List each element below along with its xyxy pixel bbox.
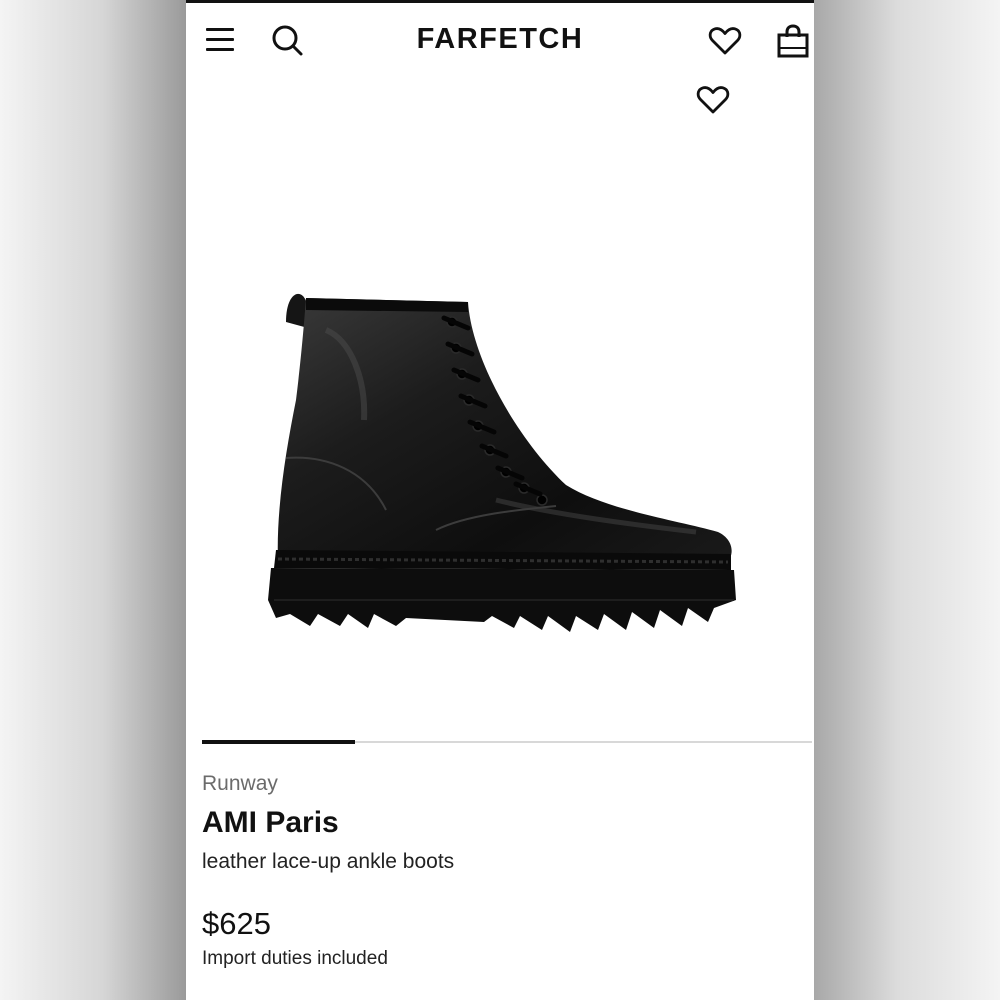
product-label: Runway xyxy=(202,772,278,795)
product-wishlist-heart-icon[interactable] xyxy=(696,84,730,116)
product-brand[interactable]: AMI Paris xyxy=(202,806,339,840)
import-duties-note: Import duties included xyxy=(202,948,388,969)
product-name: leather lace-up ankle boots xyxy=(202,850,455,873)
product-price: $625 xyxy=(202,906,271,941)
wishlist-heart-icon[interactable] xyxy=(708,25,742,57)
app-header: FARFETCH xyxy=(186,3,814,73)
backdrop-right xyxy=(814,0,1000,1000)
phone-screen: FARFETCH Runway AMI Paris leather lace-u… xyxy=(186,0,814,1000)
image-gallery-progress-indicator xyxy=(202,740,355,744)
shopping-bag-icon[interactable] xyxy=(776,23,810,59)
image-gallery-progress-track[interactable] xyxy=(202,740,812,744)
backdrop-left xyxy=(0,0,186,1000)
product-image[interactable] xyxy=(256,270,756,650)
